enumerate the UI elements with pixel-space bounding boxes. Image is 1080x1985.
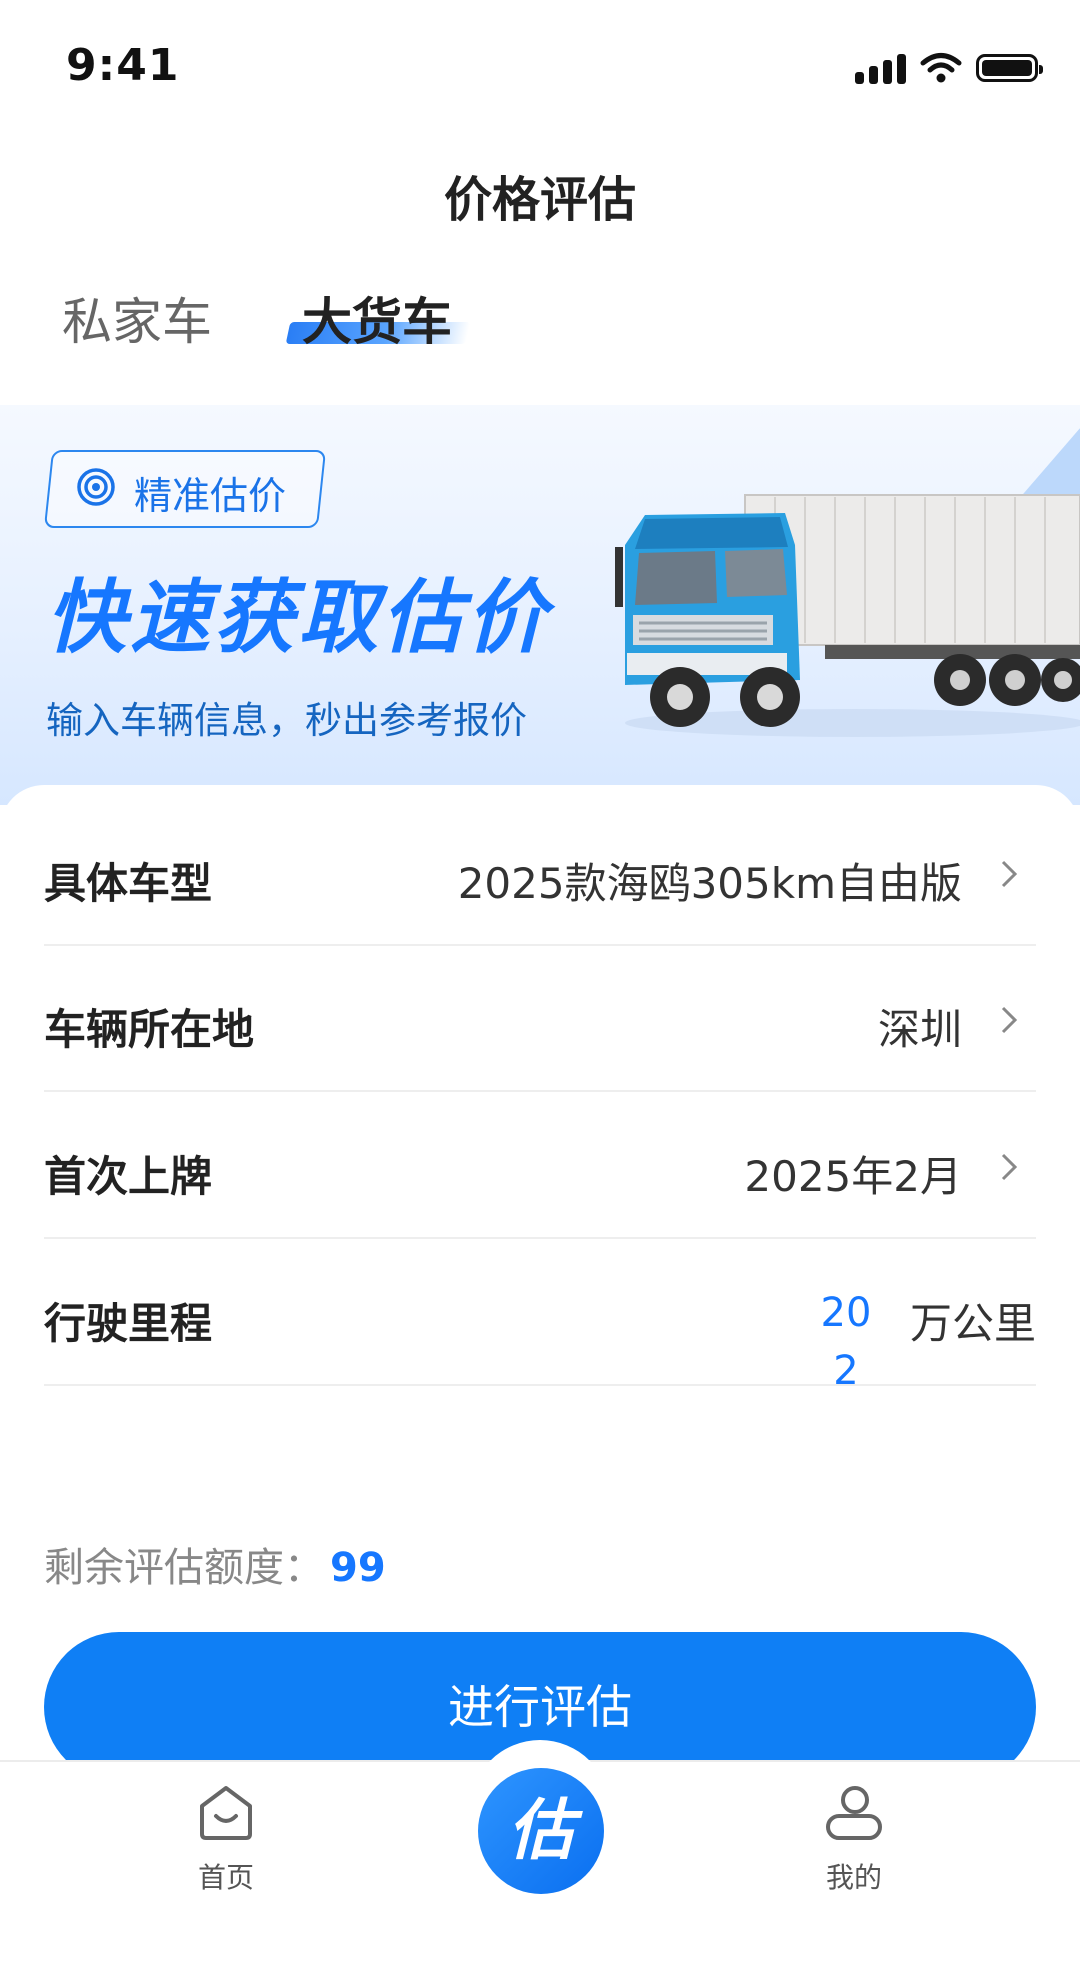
mileage-input[interactable]: 202 xyxy=(816,1284,876,1400)
badge-label: 精准估价 xyxy=(134,474,287,518)
mileage-row: 行驶里程 202 万公里 xyxy=(44,1240,1036,1394)
model-value: 2025款海鸥305km自由版 xyxy=(457,859,962,908)
mileage-unit: 万公里 xyxy=(909,1299,1036,1348)
evaluate-tab-button[interactable]: 估 xyxy=(478,1768,604,1894)
tab-home-label[interactable]: 首页 xyxy=(166,1856,286,1896)
quota-text: 剩余评估额度： 99 xyxy=(44,1535,386,1593)
mileage-label: 行驶里程 xyxy=(44,1299,213,1348)
banner-title: 快速获取估价 xyxy=(46,571,550,664)
quota-value: 99 xyxy=(330,1545,386,1591)
registration-label: 首次上牌 xyxy=(44,1152,213,1201)
location-label: 车辆所在地 xyxy=(44,1005,255,1054)
status-time: 9:41 xyxy=(66,40,180,91)
banner-subtitle: 输入车辆信息，秒出参考报价 xyxy=(46,699,527,742)
chevron-right-icon xyxy=(1001,860,1018,888)
wifi-icon xyxy=(920,53,962,83)
home-icon[interactable] xyxy=(196,1782,256,1842)
profile-icon[interactable] xyxy=(824,1782,884,1842)
chevron-right-icon xyxy=(1001,1153,1018,1181)
quota-label: 剩余评估额度： xyxy=(44,1545,324,1591)
tab-mine-label[interactable]: 我的 xyxy=(794,1856,914,1896)
truck-illustration xyxy=(615,494,1080,737)
battery-icon xyxy=(976,54,1043,82)
chevron-right-icon xyxy=(1001,1006,1018,1034)
model-label: 具体车型 xyxy=(44,859,213,908)
page-title: 价格评估 xyxy=(443,172,636,228)
signal-icon xyxy=(855,52,906,84)
target-icon xyxy=(77,468,115,506)
model-row[interactable]: 具体车型 2025款海鸥305km自由版 xyxy=(44,800,1036,946)
location-value: 深圳 xyxy=(877,1005,962,1054)
location-row[interactable]: 车辆所在地 深圳 xyxy=(44,946,1036,1092)
registration-value: 2025年2月 xyxy=(744,1152,962,1201)
registration-row[interactable]: 首次上牌 2025年2月 xyxy=(44,1093,1036,1239)
tab-private-car[interactable]: 私家车 xyxy=(62,282,212,354)
tab-truck[interactable]: 大货车 xyxy=(302,282,452,354)
status-icons xyxy=(855,48,1043,88)
